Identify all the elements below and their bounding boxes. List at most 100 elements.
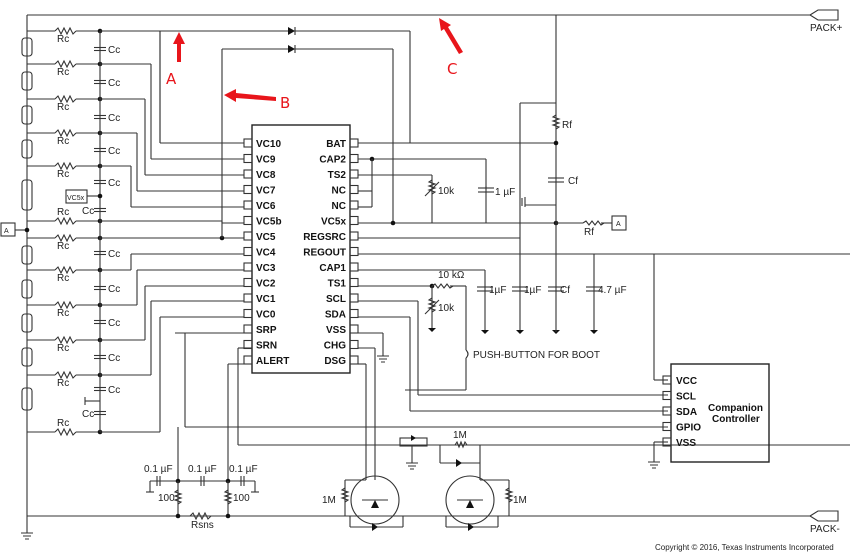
svg-text:1M: 1M: [513, 495, 527, 506]
push-button-icon: [465, 349, 469, 359]
ground-icon: [377, 355, 389, 363]
companion-pin-label: GPIO: [676, 423, 701, 434]
ic-pin: [349, 339, 359, 350]
cc-label: Cc: [82, 409, 94, 420]
ic-pin-label: BAT: [326, 139, 346, 150]
pack-minus-rail: PACK-: [21, 510, 840, 540]
ic-pin: [243, 246, 253, 257]
svg-text:100: 100: [233, 493, 250, 504]
companion-pin-label: VSS: [676, 438, 696, 449]
annotation-a: A: [166, 32, 185, 88]
vc5x-tag: VC5x: [67, 195, 85, 202]
resistor-icon: [54, 216, 77, 226]
rc-label: Rc: [57, 102, 69, 113]
cc-label: Cc: [108, 284, 120, 295]
ic-pin-label: VC6: [256, 201, 276, 212]
ground-icon: [406, 462, 418, 470]
svg-text:Rsns: Rsns: [191, 520, 214, 531]
ic-pin: [349, 153, 359, 164]
companion-pin-label: SDA: [676, 407, 697, 418]
ic-pin-label: VC5x: [321, 217, 346, 228]
annotation-b: B: [224, 89, 290, 112]
cap-label: Cf: [560, 285, 570, 296]
cc-label: Cc: [108, 385, 120, 396]
ic-pin-label: CHG: [324, 341, 346, 352]
ic-pin: [349, 169, 359, 179]
cc-label: Cc: [82, 206, 94, 217]
ic-pin: [349, 308, 359, 319]
ic-pin-label: VC3: [256, 263, 276, 274]
ic-pin-label: VC2: [256, 279, 276, 290]
annotation-c: C: [439, 18, 463, 78]
ic-pin: [349, 231, 359, 241]
schematic: PACK+ PACK- Copyright © 2016, Texas Inst…: [0, 9, 850, 552]
diode-icon: [288, 27, 295, 35]
ic-pin-label: SCL: [326, 294, 346, 305]
ic-pin-label: NC: [332, 201, 346, 212]
rc-label: Rc: [57, 378, 69, 389]
cc-label: Cc: [108, 113, 120, 124]
ic-pin: [243, 324, 253, 334]
cc-label: Cc: [108, 78, 120, 89]
ic-pin: [349, 138, 359, 148]
ic-pin: [243, 153, 253, 164]
ic-pin-label: VC8: [256, 170, 276, 181]
svg-text:0.1 µF: 0.1 µF: [229, 464, 258, 475]
svg-text:A: A: [166, 70, 177, 88]
cc-label: Cc: [108, 249, 120, 260]
resistor-icon: [54, 427, 77, 437]
ic-pin-label: REGSRC: [303, 232, 346, 243]
cc-label: Cc: [108, 318, 120, 329]
ic-pin-label: VC7: [256, 186, 276, 197]
ic-pin: [243, 277, 253, 288]
svg-text:1M: 1M: [322, 495, 336, 506]
svg-text:10 kΩ: 10 kΩ: [438, 270, 465, 281]
cap-label: 1µF: [524, 285, 541, 296]
svg-text:Rf: Rf: [584, 227, 594, 238]
ic-pin-label: DSG: [324, 356, 346, 367]
ic-pin-label: TS1: [328, 279, 347, 290]
rc-label: Rc: [57, 273, 69, 284]
monitor-ic: VC10 VC9 VC8 VC7 VC6 VC5b VC5 VC4 VC3 VC2 VC1 VC0 SR…: [243, 124, 359, 374]
ground-icon: [481, 330, 489, 334]
svg-text:1 µF: 1 µF: [495, 187, 515, 198]
ic-pin-label: REGOUT: [303, 248, 346, 259]
svg-text:1M: 1M: [453, 430, 467, 441]
cc-label: Cc: [108, 45, 120, 56]
ic-pin: [349, 215, 359, 226]
resistor-icon: [431, 283, 454, 289]
ic-pin-label: CAP1: [319, 263, 346, 274]
ic-pin-label: NC: [332, 186, 346, 197]
right-side-network: 10k 1 µF 10 kΩ 10k PUSH-BUTTON FOR BOOT …: [358, 15, 850, 391]
ic-pin: [243, 184, 253, 195]
svg-text:10k: 10k: [438, 303, 455, 314]
ic-pin-label: VSS: [326, 325, 346, 336]
ic-pin: [243, 293, 253, 303]
ic-pin-label: TS2: [328, 170, 347, 181]
companion-pin-label: SCL: [676, 392, 696, 403]
diode-icon: [288, 45, 295, 53]
rc-label: Rc: [57, 308, 69, 319]
rc-label: Rc: [57, 34, 69, 45]
ic-pin: [349, 293, 359, 303]
ic-pin: [349, 262, 359, 272]
ic-pin-label: SDA: [325, 310, 346, 321]
cap-label: 1µF: [489, 285, 506, 296]
cc-label: Cc: [108, 178, 120, 189]
svg-text:Cf: Cf: [568, 176, 578, 187]
ic-pin: [349, 277, 359, 288]
pack-plus-label: PACK+: [810, 23, 842, 34]
ic-pin: [243, 355, 253, 365]
ic-pin: [243, 308, 253, 319]
ic-pin: [349, 355, 359, 365]
pack-plus-rail: PACK+: [27, 9, 842, 34]
ground-icon: [21, 532, 33, 540]
ic-pin: [243, 231, 253, 241]
push-button-label: PUSH-BUTTON FOR BOOT: [473, 350, 600, 361]
ic-pin: [243, 339, 253, 350]
cc-label: Cc: [108, 146, 120, 157]
rc-label: Rc: [57, 207, 69, 218]
rc-label: Rc: [57, 169, 69, 180]
rc-label: Rc: [57, 343, 69, 354]
svg-text:B: B: [280, 94, 290, 112]
